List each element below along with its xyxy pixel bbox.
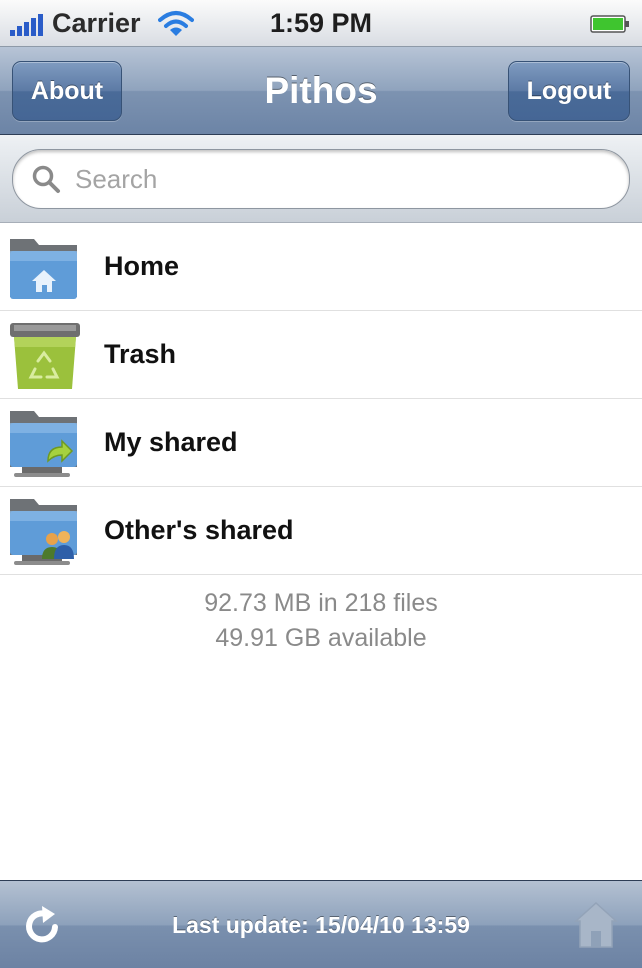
refresh-icon[interactable] bbox=[22, 905, 64, 947]
storage-usage: 92.73 MB in 218 files bbox=[204, 589, 438, 617]
list-item-home[interactable]: Home bbox=[0, 223, 642, 311]
list-item-label: Trash bbox=[104, 339, 177, 369]
search-icon bbox=[32, 165, 60, 193]
list-item-others-shared[interactable]: Other's shared bbox=[0, 487, 642, 575]
trash-icon bbox=[10, 323, 80, 389]
navigation-bar: Pithos About Logout bbox=[0, 47, 642, 135]
status-bar: Carrier 1:59 PM bbox=[0, 0, 642, 47]
my-shared-folder-icon bbox=[10, 411, 77, 477]
list-item-label: My shared bbox=[104, 427, 238, 457]
logout-button[interactable]: Logout bbox=[508, 61, 630, 121]
list-item-label: Home bbox=[104, 251, 180, 281]
bottom-toolbar: Last update: 15/04/10 13:59 bbox=[0, 880, 642, 968]
others-shared-folder-icon bbox=[10, 499, 77, 565]
search-bar: Search bbox=[0, 135, 642, 223]
list-item-my-shared[interactable]: My shared bbox=[0, 399, 642, 487]
storage-summary: 92.73 MB in 218 files 49.91 GB available bbox=[0, 586, 642, 656]
pithos-screen: Carrier 1:59 PM Pithos About Logout Sear… bbox=[0, 0, 642, 968]
search-placeholder: Search bbox=[75, 164, 158, 194]
search-input[interactable]: Search bbox=[12, 149, 630, 209]
storage-available: 49.91 GB available bbox=[215, 624, 427, 652]
about-button[interactable]: About bbox=[12, 61, 122, 121]
list-item-trash[interactable]: Trash bbox=[0, 311, 642, 399]
list-item-label: Other's shared bbox=[104, 515, 294, 545]
battery-icon bbox=[590, 15, 629, 33]
last-update-text: Last update: 15/04/10 13:59 bbox=[172, 912, 470, 938]
home-folder-icon bbox=[10, 239, 77, 299]
folder-list: Home Trash My shared Other's shared bbox=[0, 223, 642, 575]
home-icon[interactable] bbox=[574, 901, 618, 949]
status-time: 1:59 PM bbox=[269, 8, 373, 38]
